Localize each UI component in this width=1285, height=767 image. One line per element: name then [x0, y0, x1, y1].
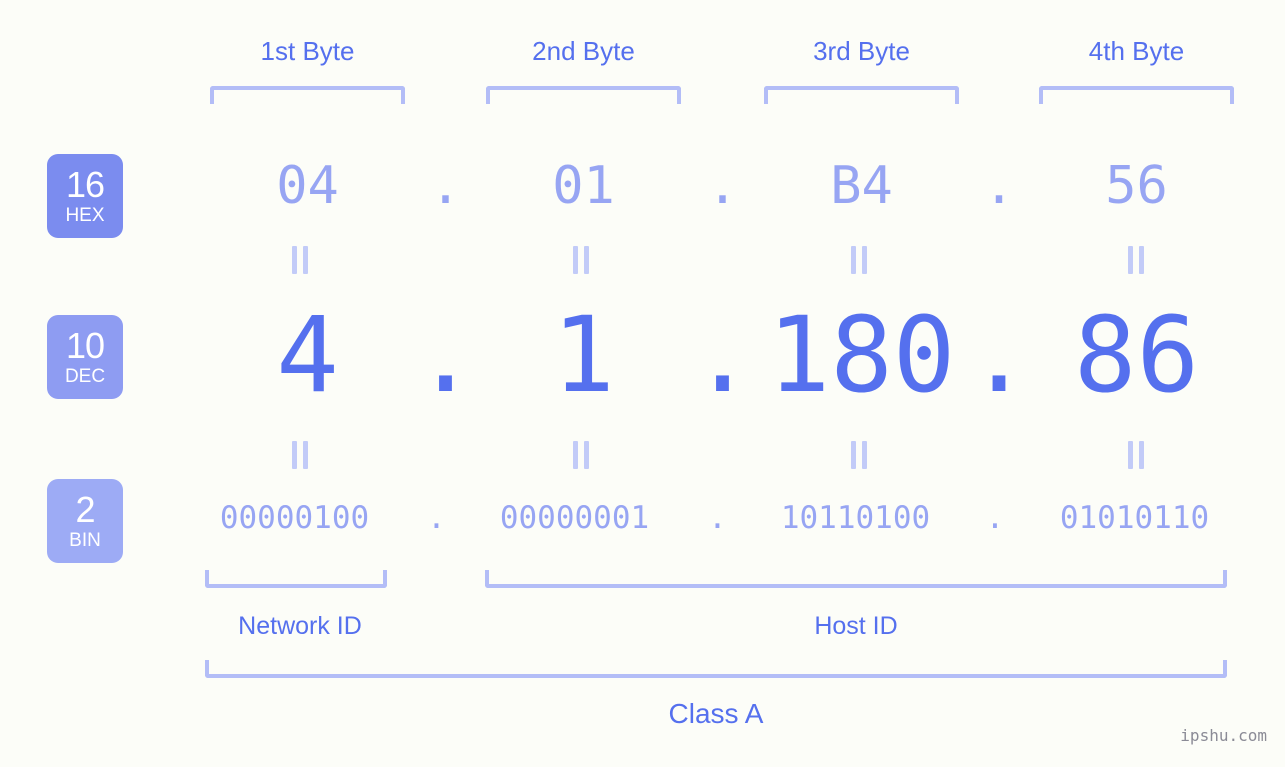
base-badge-bin: 2 BIN: [47, 479, 123, 563]
equals-mark-hex-dec-4: [1125, 246, 1147, 274]
byte-header-label-3: 3rd Byte: [813, 36, 910, 66]
host-id-label: Host ID: [814, 612, 898, 640]
bin-separator-3: .: [985, 500, 1005, 536]
site-watermark: ipshu.com: [1180, 726, 1267, 745]
equals-mark-dec-bin-1: [289, 441, 311, 469]
base-badge-bin-name: BIN: [69, 530, 101, 551]
hex-octet-3: B4: [830, 156, 893, 216]
hex-separator-3: .: [983, 156, 1015, 216]
byte-bracket-1: [210, 86, 405, 104]
hex-octet-2: 01: [552, 156, 615, 216]
base-badge-dec: 10 DEC: [47, 315, 123, 399]
base-badge-dec-number: 10: [65, 325, 105, 366]
bin-separator-2: .: [708, 500, 727, 536]
base-badge-hex-name: HEX: [65, 205, 105, 226]
bin-octet-3: 10110100: [780, 500, 931, 536]
hex-octet-1: 04: [276, 156, 339, 216]
dec-separator-1: .: [414, 294, 477, 416]
byte-bracket-3: [764, 86, 959, 104]
host-id-bracket: [485, 570, 1227, 588]
hex-octet-4: 56: [1105, 156, 1168, 216]
base-badge-hex-number: 16: [65, 164, 105, 205]
byte-header-label-1: 1st Byte: [260, 36, 355, 66]
equals-mark-hex-dec-1: [289, 246, 311, 274]
byte-bracket-4: [1039, 86, 1234, 104]
byte-header-label-4: 4th Byte: [1088, 36, 1185, 66]
dec-octet-2: 1: [552, 294, 615, 416]
class-bracket: [205, 660, 1227, 678]
dec-octet-3: 180: [767, 294, 956, 416]
equals-mark-dec-bin-4: [1125, 441, 1147, 469]
dec-separator-3: .: [967, 294, 1031, 416]
bin-separator-1: .: [427, 500, 446, 536]
equals-mark-hex-dec-2: [570, 246, 592, 274]
dec-separator-2: .: [691, 294, 754, 416]
bin-octet-4: 01010110: [1059, 500, 1210, 536]
hex-separator-2: .: [706, 156, 739, 216]
bin-octet-2: 00000001: [499, 500, 650, 536]
dec-octet-1: 4: [276, 294, 339, 416]
network-id-bracket: [205, 570, 387, 588]
base-badge-dec-name: DEC: [64, 366, 106, 387]
equals-mark-hex-dec-3: [848, 246, 870, 274]
base-badge-hex: 16 HEX: [47, 154, 123, 238]
byte-header-label-2: 2nd Byte: [532, 36, 635, 66]
base-badge-bin-number: 2: [75, 489, 95, 530]
dec-octet-4: 86: [1073, 294, 1200, 416]
class-label: Class A: [668, 698, 764, 729]
bin-octet-1: 00000100: [219, 500, 370, 536]
equals-mark-dec-bin-3: [848, 441, 870, 469]
byte-bracket-2: [486, 86, 681, 104]
equals-mark-dec-bin-2: [570, 441, 592, 469]
network-id-label: Network ID: [238, 612, 362, 640]
ip-address-diagram: 1st Byte 2nd Byte 3rd Byte 4th Byte 16 H…: [0, 0, 1285, 767]
hex-separator-1: .: [429, 156, 462, 216]
